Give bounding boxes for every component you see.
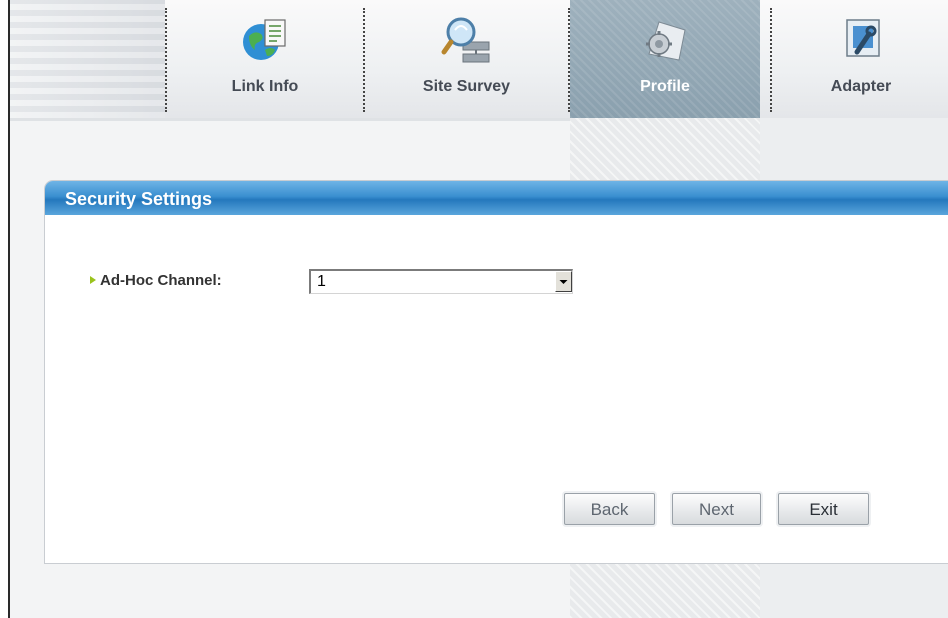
app-window: Link Info Site Survey Profile Adapter Se… [8,0,948,618]
profile-gear-icon [646,21,686,61]
bullet-arrow-icon [90,276,96,284]
select-value: 1 [317,273,326,290]
panel-header: Security Settings [45,181,948,215]
tab-profile[interactable]: Profile [570,0,760,118]
security-settings-panel: Security Settings Ad-Hoc Channel: 1 Back… [44,180,948,564]
tab-label: Adapter [830,78,892,95]
tab-label: Link Info [231,78,299,95]
toolbar-brand-area [10,0,165,118]
tab-label: Profile [640,78,690,95]
globe-document-icon [243,19,286,60]
tab-label: Site Survey [422,78,511,95]
ad-hoc-channel-label: Ad-Hoc Channel: [100,272,222,289]
back-button[interactable]: Back [564,493,655,525]
ad-hoc-channel-select[interactable]: 1 [309,269,573,294]
network-search-icon [441,17,489,63]
dropdown-button[interactable] [555,271,572,292]
tab-adapter[interactable]: Adapter [772,0,948,118]
tab-site-survey[interactable]: Site Survey [365,0,568,118]
top-toolbar: Link Info Site Survey Profile Adapter [10,0,948,118]
tab-link-info[interactable]: Link Info [167,0,363,118]
panel-title: Security Settings [65,189,213,209]
chevron-down-icon [559,280,568,284]
next-button[interactable]: Next [672,493,761,525]
exit-button[interactable]: Exit [778,493,869,525]
adapter-tool-icon [846,19,880,57]
